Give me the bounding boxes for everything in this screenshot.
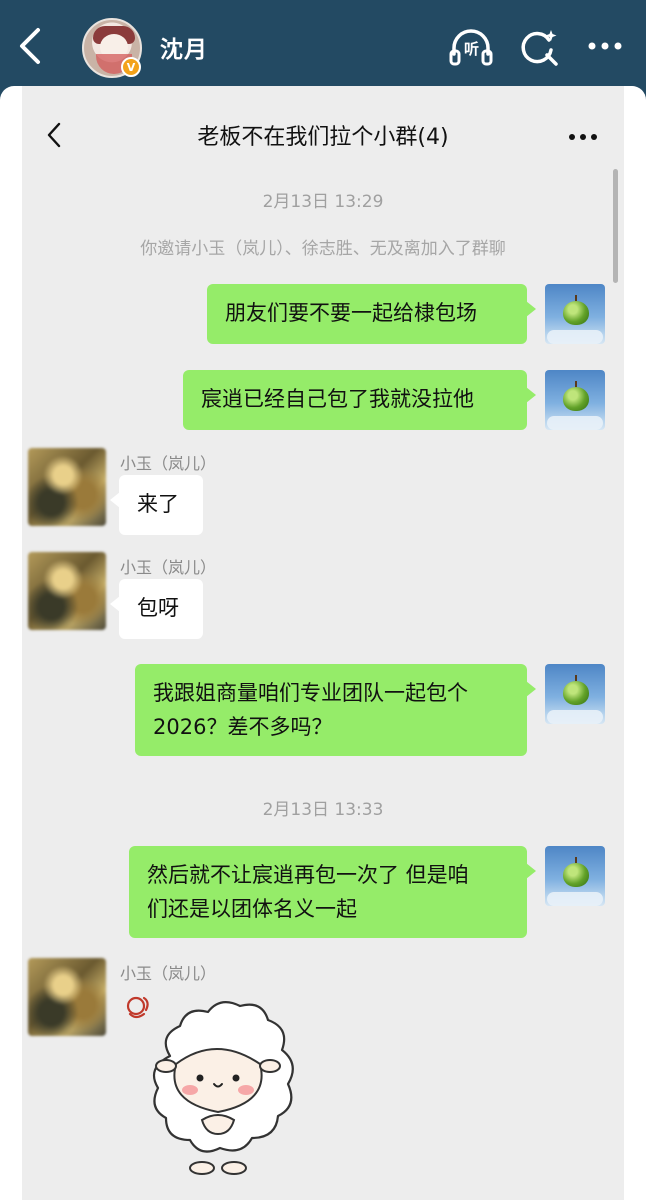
- sender-name: 小玉（岚儿）: [120, 454, 217, 473]
- outer-top-bar: V 沈月 听: [0, 0, 646, 92]
- message-bubble-in[interactable]: 包呀: [110, 579, 203, 639]
- more-icon[interactable]: [585, 30, 625, 62]
- my-avatar[interactable]: [545, 664, 605, 724]
- chat-header: 老板不在我们拉个小群(4): [22, 86, 624, 172]
- message-bubble-out[interactable]: 宸逍已经自己包了我就没拉他: [183, 370, 536, 430]
- sender-avatar[interactable]: [28, 958, 106, 1036]
- listen-label: 听: [464, 40, 480, 58]
- message-bubble-out[interactable]: 然后就不让宸逍再包一次了 但是咱 们还是以团体名义一起: [129, 846, 536, 938]
- verified-badge-icon: V: [121, 57, 141, 77]
- search-icon[interactable]: [518, 26, 560, 68]
- message-line: 然后就不让宸逍再包一次了 但是咱: [147, 863, 469, 887]
- chat-title: 老板不在我们拉个小群(4): [197, 125, 449, 150]
- chat-screenshot: 老板不在我们拉个小群(4) 2月13日 13:29 你邀请小玉（岚儿）、徐志胜、…: [22, 86, 624, 1200]
- sender-name: 小玉（岚儿）: [120, 558, 217, 577]
- sender-avatar[interactable]: [28, 448, 106, 526]
- my-avatar[interactable]: [545, 370, 605, 430]
- system-notice: 你邀请小玉（岚儿）、徐志胜、无及离加入了群聊: [140, 239, 506, 259]
- contact-name[interactable]: 沈月: [160, 30, 208, 64]
- message-bubble-in[interactable]: 来了: [110, 475, 203, 535]
- my-avatar[interactable]: [545, 846, 605, 906]
- message-bubble-out[interactable]: 朋友们要不要一起给棣包场: [207, 284, 536, 344]
- message-line: 我跟姐商量咱们专业团队一起包个: [153, 681, 468, 705]
- message-line: 们还是以团体名义一起: [147, 897, 357, 921]
- sender-avatar[interactable]: [28, 552, 106, 630]
- back-icon[interactable]: [14, 24, 48, 68]
- sender-name: 小玉（岚儿）: [120, 964, 217, 983]
- message-bubble-out[interactable]: 我跟姐商量咱们专业团队一起包个 2026？差不多吗？: [135, 664, 536, 756]
- my-avatar[interactable]: [545, 284, 605, 344]
- chat-more-icon[interactable]: [566, 130, 600, 144]
- message-line: 2026？差不多吗？: [153, 715, 333, 739]
- timestamp: 2月13日 13:29: [262, 192, 384, 212]
- timestamp: 2月13日 13:33: [262, 800, 384, 820]
- sheep-sticker[interactable]: [120, 986, 316, 1180]
